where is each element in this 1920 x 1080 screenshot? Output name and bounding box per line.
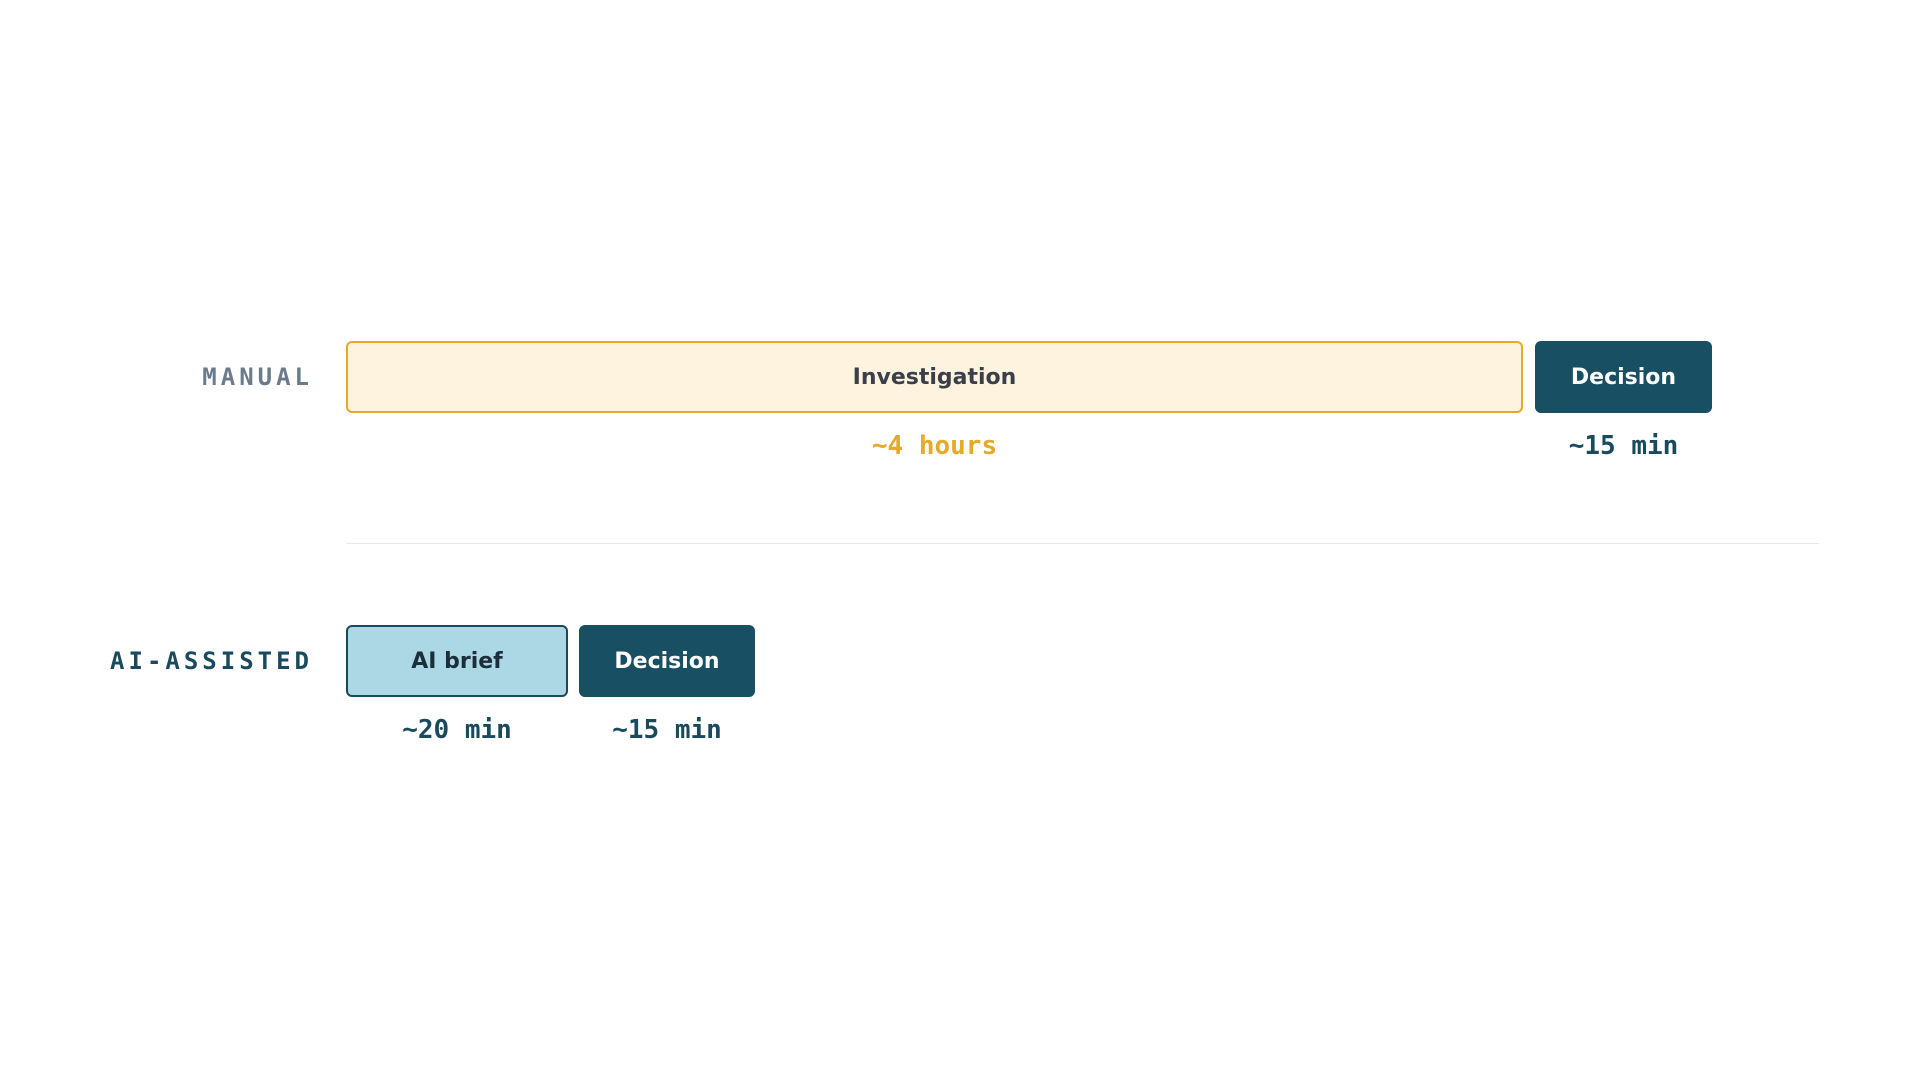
manual-decision-duration: ~15 min [1568, 431, 1679, 461]
row-label-ai-assisted: AI-ASSISTED [110, 647, 313, 675]
ai-decision-block: Decision [579, 625, 755, 697]
manual-decision-block: Decision [1535, 341, 1712, 413]
investigation-label: Investigation [852, 364, 1017, 390]
row-divider [346, 543, 1819, 544]
ai-brief-block: AI brief [346, 625, 568, 697]
ai-brief-label: AI brief [411, 648, 503, 674]
investigation-block: Investigation [346, 341, 1523, 413]
ai-decision-duration: ~15 min [612, 715, 722, 745]
row-label-manual: MANUAL [202, 363, 313, 391]
ai-brief-duration: ~20 min [402, 715, 512, 745]
manual-decision-label: Decision [1570, 364, 1677, 390]
ai-decision-label: Decision [614, 648, 720, 674]
investigation-duration: ~4 hours [871, 431, 998, 461]
